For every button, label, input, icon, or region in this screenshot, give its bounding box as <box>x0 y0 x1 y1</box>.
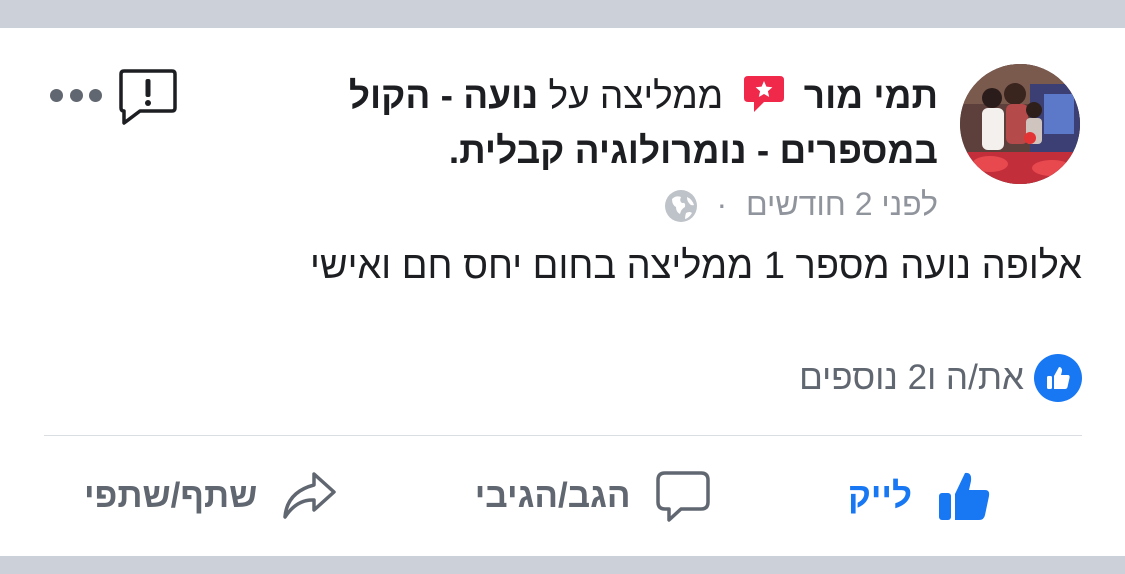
reactions-summary[interactable]: את/ה ו2 נוספים <box>700 350 1082 406</box>
recommends-label: ממליצה על <box>548 75 724 116</box>
post-header: תמי מור ממליצה על נועה - הקול במספרים - … <box>300 68 938 178</box>
like-button[interactable]: לייק <box>848 469 992 523</box>
globe-icon[interactable] <box>664 189 698 223</box>
comment-button[interactable]: הגב/הגיבי <box>475 469 711 523</box>
like-label: לייק <box>847 476 912 515</box>
author-name[interactable]: תמי מור <box>804 75 938 116</box>
post-body: אלופה נועה מספר 1 ממליצה בחום יחס חם ואי… <box>309 245 1082 287</box>
thumbs-up-icon <box>939 472 990 520</box>
recommend-star-icon <box>742 74 786 114</box>
report-icon[interactable] <box>118 68 178 126</box>
bottom-separator-band <box>0 556 1125 574</box>
meta-separator: · <box>716 186 728 222</box>
share-arrow-icon <box>283 472 337 519</box>
share-label: שתף/שתפי <box>84 476 258 515</box>
reactions-count: את/ה ו2 נוספים <box>799 358 1024 397</box>
comment-label: הגב/הגיבי <box>474 476 631 515</box>
like-reaction-icon <box>1034 354 1082 402</box>
post-time[interactable]: לפני 2 חודשים <box>746 186 938 222</box>
share-button[interactable]: שתף/שתפי <box>84 470 337 522</box>
post-actions-bar: לייק הגב/הגיבי שתף/שתפי <box>44 460 1082 532</box>
author-avatar[interactable] <box>960 64 1080 184</box>
actions-divider <box>44 435 1082 436</box>
comment-bubble-icon <box>655 471 710 522</box>
more-dots-icon[interactable] <box>50 83 102 107</box>
top-separator-band <box>0 0 1125 28</box>
post-meta: לפני 2 חודשים · <box>640 184 938 224</box>
